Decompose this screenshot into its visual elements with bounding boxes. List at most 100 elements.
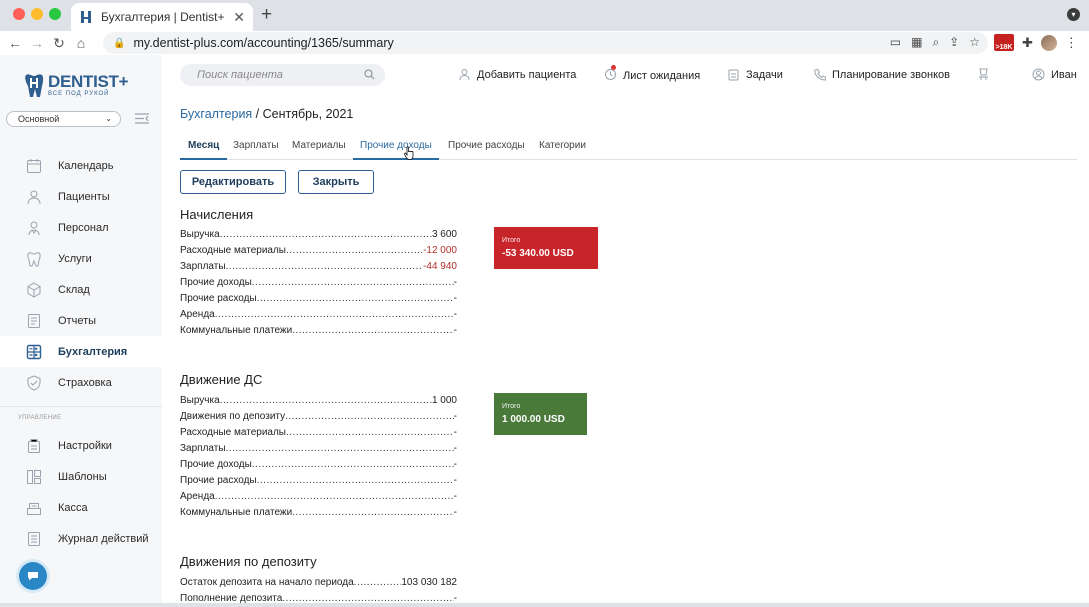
list-item: Движения по депозиту - [180, 409, 457, 425]
home-icon[interactable]: ⌂ [70, 35, 92, 51]
sidebar-item-reports[interactable]: Отчеты [0, 305, 162, 336]
branch-select-value: Основной [18, 114, 60, 124]
breadcrumb-accounting-link[interactable]: Бухгалтерия [180, 107, 252, 121]
row-leader [286, 425, 454, 441]
reload-icon[interactable]: ↻ [48, 35, 70, 52]
breadcrumb-current: / Сентябрь, 2021 [252, 107, 354, 121]
profile-avatar[interactable] [1040, 34, 1057, 51]
bookmark-star-icon[interactable]: ☆ [969, 35, 980, 50]
logo[interactable]: DENTIST+ ВСЕ ПОД РУКОЙ [24, 73, 129, 99]
sidebar-menu: Календарь Пациенты Персонал Услуги Склад… [0, 150, 162, 554]
settings-icon [28, 438, 40, 453]
row-label: Прочие расходы [180, 293, 257, 304]
accruals-list: Выручка3 600 Расходные материалы-12 000 … [180, 227, 457, 339]
sidebar-item-accounting[interactable]: Бухгалтерия [0, 336, 162, 367]
search-icon [364, 69, 375, 80]
total-label: Итого [502, 403, 521, 410]
list-item: Коммунальные платежи - [180, 323, 457, 339]
patient-search-input[interactable]: Поиск пациента [180, 64, 385, 86]
sidebar-item-templates[interactable]: Шаблоны [0, 461, 162, 492]
close-tab-icon[interactable]: ✕ [233, 9, 245, 26]
browser-tab[interactable]: Бухгалтерия | Dentist+ ✕ [71, 3, 253, 31]
list-item: Расходные материалы - [180, 425, 457, 441]
tab-other-income[interactable]: Прочие доходы [353, 139, 439, 160]
list-item: Выручка 1 000 [180, 393, 457, 409]
row-leader [285, 409, 454, 425]
sidebar-item-label: Пациенты [58, 190, 110, 203]
dental-chair-button[interactable] [977, 68, 996, 81]
staff-icon [28, 221, 40, 235]
row-leader [215, 489, 454, 505]
tab-other-expenses[interactable]: Прочие расходы [448, 139, 525, 160]
sidebar-item-label: Календарь [58, 159, 114, 172]
tab-materials[interactable]: Материалы [292, 139, 346, 160]
row-value: - [453, 427, 457, 438]
lock-icon: 🔒 [113, 37, 126, 49]
cashflow-list: Выручка 1 000 Движения по депозиту - Расхо… [180, 393, 457, 521]
sidebar-item-calendar[interactable]: Календарь [0, 150, 162, 181]
mouse-cursor-icon [404, 146, 414, 160]
cashflow-title: Движение ДС [180, 372, 263, 387]
forward-icon[interactable]: → [26, 35, 48, 51]
window-minimize-button[interactable] [31, 8, 43, 20]
address-bar[interactable]: 🔒 my.dentist-plus.com/accounting/1365/su… [103, 32, 988, 54]
extensions-puzzle-icon[interactable]: ✚ [1022, 35, 1033, 51]
browser-menu-icon[interactable]: ⋮ [1065, 35, 1078, 51]
window-close-button[interactable] [13, 8, 25, 20]
sidebar-item-insurance[interactable]: Страховка [0, 367, 162, 398]
row-leader [257, 291, 454, 307]
gmail-extension-icon[interactable]: >18K [994, 34, 1014, 51]
sidebar-item-activity-log[interactable]: Журнал действий [0, 523, 162, 554]
row-label: Выручка [180, 229, 220, 240]
back-icon[interactable]: ← [4, 35, 26, 51]
list-item: Пополнение депозита - [180, 591, 457, 607]
browser-tab-bar: Бухгалтерия | Dentist+ ✕ + ▾ [0, 0, 1089, 31]
url-text: my.dentist-plus.com/accounting/1365/summ… [133, 36, 394, 50]
sidebar-item-staff[interactable]: Персонал [0, 212, 162, 243]
new-tab-button[interactable]: + [261, 4, 272, 26]
share-icon[interactable]: ⇪ [949, 35, 959, 50]
row-leader [226, 441, 454, 457]
row-leader [252, 457, 454, 473]
tab-categories[interactable]: Категории [539, 139, 586, 160]
tab-month[interactable]: Месяц [180, 139, 228, 160]
tab-salaries[interactable]: Зарплаты [233, 139, 279, 160]
sidebar-item-settings[interactable]: Настройки [0, 430, 162, 461]
deposit-title: Движения по депозиту [180, 554, 317, 569]
row-label: Прочие расходы [180, 475, 257, 486]
browser-toolbar: ← → ↻ ⌂ 🔒 my.dentist-plus.com/accounting… [0, 31, 1089, 55]
edit-button[interactable]: Редактировать [180, 170, 286, 194]
sidebar-collapse-icon[interactable] [135, 113, 149, 124]
warehouse-icon [27, 281, 41, 298]
row-value: - [453, 443, 457, 454]
patients-icon [27, 190, 41, 204]
support-chat-button[interactable] [19, 562, 47, 590]
waitlist-label: Лист ожидания [623, 70, 701, 82]
sidebar-item-services[interactable]: Услуги [0, 243, 162, 274]
row-leader [282, 591, 453, 607]
branch-select[interactable]: Основной ⌄ [6, 111, 121, 127]
list-item: Аренда - [180, 307, 457, 323]
close-button[interactable]: Закрыть [298, 170, 374, 194]
cast-icon[interactable]: ▭ [890, 35, 901, 50]
call-planning-button[interactable]: Планирование звонков [813, 68, 950, 81]
sidebar-item-cashbox[interactable]: Касса [0, 492, 162, 523]
sidebar-item-patients[interactable]: Пациенты [0, 181, 162, 212]
cashflow-total-card: Итого 1 000.00 USD [494, 393, 587, 435]
browser-tab-title: Бухгалтерия | Dentist+ [101, 10, 225, 24]
row-leader [286, 243, 423, 259]
user-menu[interactable]: Иван [1032, 68, 1077, 81]
tasks-button[interactable]: Задачи [727, 68, 783, 81]
row-leader [292, 323, 453, 339]
zoom-icon[interactable]: ⌕ [932, 35, 939, 50]
row-label: Выручка [180, 395, 220, 406]
qr-code-icon[interactable]: ▦ [911, 35, 922, 50]
sidebar-item-label: Бухгалтерия [58, 345, 128, 358]
waitlist-button[interactable]: Лист ожидания [604, 65, 701, 84]
add-patient-button[interactable]: Добавить пациента [458, 68, 576, 81]
sidebar-item-warehouse[interactable]: Склад [0, 274, 162, 305]
tab-search-icon[interactable]: ▾ [1067, 8, 1080, 21]
sidebar-section-label: УПРАВЛЕНИЕ [18, 415, 62, 421]
window-maximize-button[interactable] [49, 8, 61, 20]
clock-icon [605, 69, 616, 80]
